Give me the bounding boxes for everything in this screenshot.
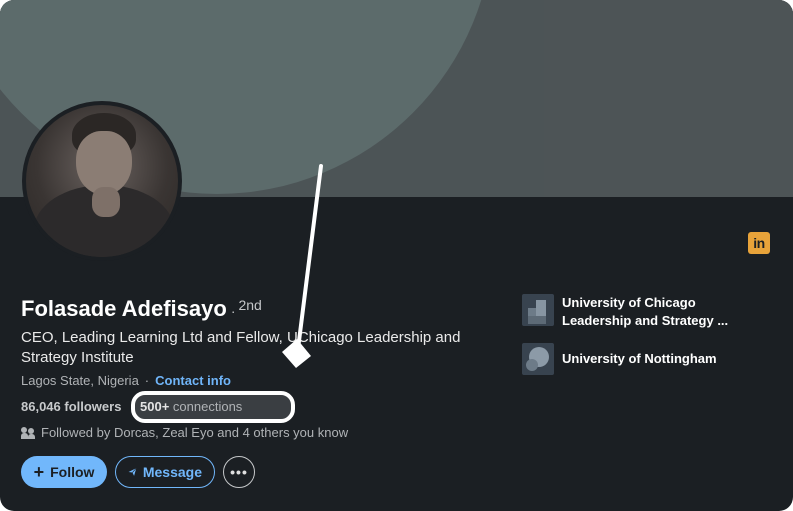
education-list: University of Chicago Leadership and Str…	[522, 294, 762, 388]
connections-link[interactable]: 500+ connections	[131, 391, 295, 423]
university-logo-icon	[522, 343, 554, 375]
education-item[interactable]: University of Chicago Leadership and Str…	[522, 294, 762, 330]
education-name: University of Chicago Leadership and Str…	[562, 295, 729, 328]
message-label: Message	[142, 464, 202, 480]
profile-headline: CEO, Leading Learning Ltd and Fellow, UC…	[21, 329, 461, 366]
profile-card: in Folasade Adefisayo · 2nd CEO, Leading…	[0, 0, 793, 511]
profile-name: Folasade Adefisayo	[21, 296, 227, 321]
degree-separator: ·	[230, 303, 236, 319]
mutual-followers[interactable]: Followed by Dorcas, Zeal Eyo and 4 other…	[21, 425, 348, 440]
people-icon	[21, 426, 35, 439]
plus-icon: +	[33, 462, 45, 482]
profile-photo	[26, 105, 178, 257]
follow-label: Follow	[50, 464, 95, 480]
education-name: University of Nottingham	[562, 351, 717, 366]
linkedin-badge-icon[interactable]: in	[748, 232, 770, 254]
photo-face	[76, 131, 132, 195]
connection-degree: 2nd	[238, 297, 262, 313]
message-button[interactable]: Message	[115, 456, 215, 488]
education-item[interactable]: University of Nottingham	[522, 343, 762, 375]
profile-location: Lagos State, Nigeria	[21, 373, 139, 388]
location-separator: ·	[144, 373, 150, 388]
follow-button[interactable]: + Follow	[21, 456, 107, 488]
stats-row: 86,046 followers	[21, 399, 121, 414]
name-row: Folasade Adefisayo · 2nd	[21, 296, 262, 322]
profile-actions: + Follow Message •••	[21, 456, 255, 488]
connections-label: connections	[172, 399, 243, 414]
photo-hand	[92, 187, 120, 217]
location-row: Lagos State, Nigeria · Contact info	[21, 373, 231, 388]
more-actions-button[interactable]: •••	[223, 456, 255, 488]
university-logo-icon	[522, 294, 554, 326]
send-icon	[128, 467, 137, 476]
contact-info-link[interactable]: Contact info	[155, 373, 231, 388]
profile-avatar[interactable]	[22, 101, 182, 261]
banner-right-panel	[544, 0, 793, 197]
followed-by-text: Followed by Dorcas, Zeal Eyo and 4 other…	[41, 425, 349, 440]
connections-count: 500+	[140, 399, 170, 414]
followers-count: 86,046 followers	[21, 399, 122, 414]
more-icon: •••	[230, 464, 248, 480]
